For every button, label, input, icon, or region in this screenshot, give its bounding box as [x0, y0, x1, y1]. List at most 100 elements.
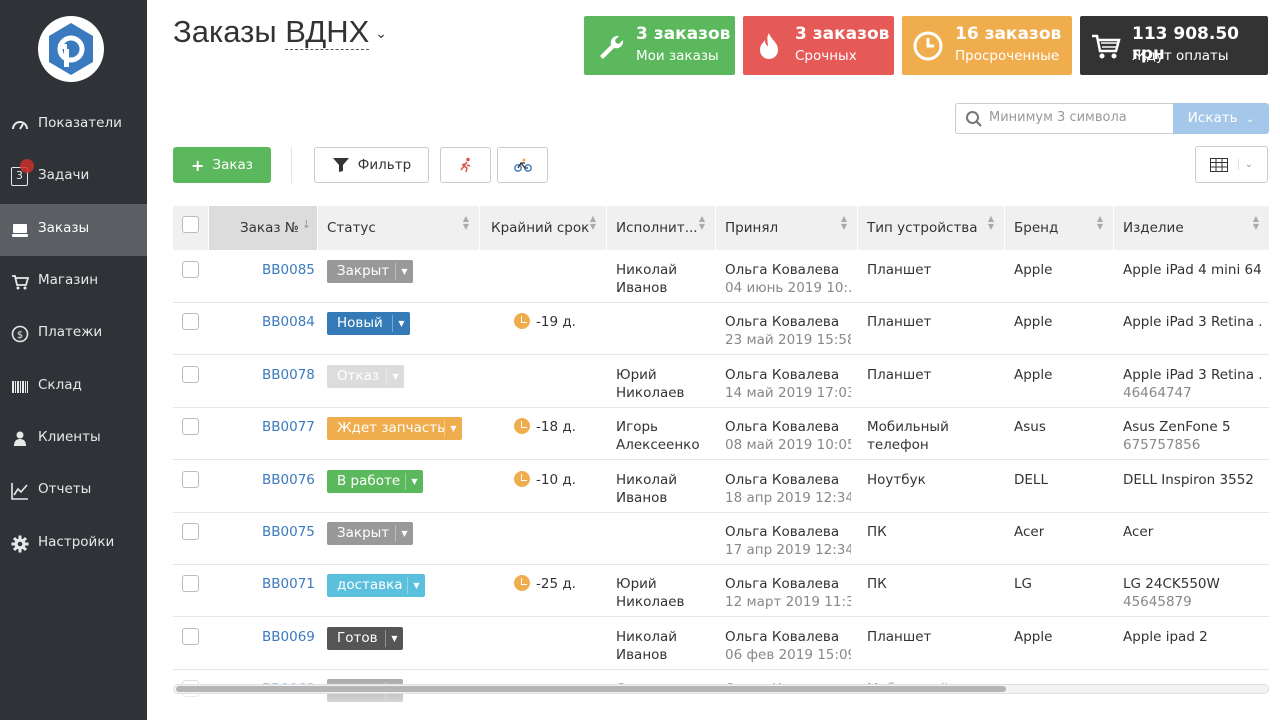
row-checkbox[interactable]: [182, 523, 199, 540]
product-name: Apple iPad 3 Retina ...: [1123, 314, 1263, 330]
row-checkbox[interactable]: [182, 366, 199, 383]
column-header-accepted[interactable]: Принял ▲ ▼: [716, 206, 858, 250]
table-row[interactable]: BB0071 доставка ▼ -25 д. Юрий Николаев Ольга К…: [173, 565, 1269, 617]
cart-icon: [11, 273, 29, 291]
table-row[interactable]: BB0075 Закрыт ▼ Ольга Ковалева 17 апр 2019 1…: [173, 513, 1269, 565]
sidebar-item-tasks[interactable]: 3 Задачи: [0, 151, 147, 203]
column-header-order-number[interactable]: Заказ № ↓: [209, 206, 318, 250]
order-number-link[interactable]: BB0084: [262, 313, 315, 331]
accepted-by: Ольга Ковалева 14 май 2019 17:03: [725, 367, 851, 401]
column-label: Принял: [725, 220, 779, 236]
order-number-link[interactable]: BB0076: [262, 471, 315, 489]
status-dropdown[interactable]: В работе ▼: [327, 470, 423, 493]
select-all-checkbox[interactable]: [182, 216, 199, 233]
status-dropdown[interactable]: Готов ▼: [327, 627, 403, 650]
chevron-down-icon: ▼: [385, 630, 403, 647]
column-label: Статус: [327, 220, 376, 236]
add-order-button[interactable]: + Заказ: [173, 147, 271, 183]
sidebar-item-payments[interactable]: $ Платежи: [0, 308, 147, 360]
row-checkbox[interactable]: [182, 575, 199, 592]
stat-overdue[interactable]: 16 заказов Просроченные: [902, 16, 1072, 75]
status-dropdown[interactable]: Ждет запчасть ▼: [327, 417, 462, 440]
clock-icon: [912, 30, 944, 62]
table-row[interactable]: BB0069 Готов ▼ Николай Иванов Ольга Ковалева 0…: [173, 618, 1269, 670]
sidebar-item-clients[interactable]: Клиенты: [0, 413, 147, 465]
row-checkbox[interactable]: [182, 418, 199, 435]
sidebar-item-label: Клиенты: [38, 429, 101, 445]
columns-toggle-button[interactable]: ⌄: [1195, 146, 1268, 183]
brand-name: Apple: [1014, 262, 1053, 278]
order-number-link[interactable]: BB0069: [262, 628, 315, 646]
deadline-text: -10 д.: [536, 472, 576, 488]
page-title: Заказы ВДНХ ⌄: [173, 14, 387, 50]
status-dropdown[interactable]: Закрыт ▼: [327, 260, 413, 283]
chevron-down-icon: ▼: [407, 577, 425, 594]
status-dropdown[interactable]: доставка ▼: [327, 574, 425, 597]
sidebar-item-settings[interactable]: Настройки: [0, 518, 147, 570]
order-number-link[interactable]: BB0078: [262, 366, 315, 384]
status-label: Закрыт: [337, 263, 390, 279]
sidebar-item-label: Показатели: [38, 115, 122, 131]
runner-filter-button[interactable]: [440, 147, 491, 183]
stat-urgent[interactable]: 3 заказов Срочных: [743, 16, 894, 75]
column-header-executor[interactable]: Исполнит... ▲ ▼: [607, 206, 716, 250]
header-select-all-cell: [173, 206, 209, 250]
logo[interactable]: [38, 16, 104, 82]
table-row[interactable]: BB0077 Ждет запчасть ▼ -18 д. Игорь Алексеенк…: [173, 408, 1269, 460]
gear-icon: [11, 535, 29, 553]
chevron-down-icon[interactable]: ⌄: [375, 25, 387, 41]
product-name: DELL Inspiron 3552: [1123, 472, 1254, 488]
scrollbar-thumb[interactable]: [176, 686, 1006, 692]
stat-my-orders[interactable]: 3 заказов Мои заказы: [584, 16, 735, 75]
sidebar-item-indicators[interactable]: Показатели: [0, 99, 147, 151]
column-label: Исполнит...: [616, 220, 698, 236]
horizontal-scrollbar[interactable]: [173, 684, 1269, 694]
sidebar-item-orders[interactable]: Заказы: [0, 204, 147, 256]
accepted-by: Ольга Ковалева 06 фев 2019 15:09: [725, 629, 851, 663]
table-row[interactable]: BB0084 Новый ▼ -19 д. Ольга Ковалева 23 май 2…: [173, 303, 1269, 355]
filter-button[interactable]: Фильтр: [314, 147, 429, 183]
status-dropdown[interactable]: Закрыт ▼: [327, 522, 413, 545]
order-number-link[interactable]: BB0085: [262, 261, 315, 279]
status-dropdown[interactable]: Отказ ▼: [327, 365, 404, 388]
column-label: Тип устройства: [867, 220, 978, 236]
sidebar-item-warehouse[interactable]: Склад: [0, 361, 147, 413]
brand-name: DELL: [1014, 472, 1048, 488]
status-label: Готов: [337, 630, 378, 646]
column-header-product[interactable]: Изделие ▲ ▼: [1114, 206, 1269, 250]
column-label: Изделие: [1123, 220, 1184, 236]
order-number-link[interactable]: BB0071: [262, 575, 315, 593]
column-label: Заказ №: [240, 220, 299, 236]
table-row[interactable]: BB0085 Закрыт ▼ Николай Иванов Ольга Ковалева…: [173, 251, 1269, 303]
sidebar-item-label: Заказы: [38, 220, 90, 236]
order-number-link[interactable]: BB0077: [262, 418, 315, 436]
sidebar-item-shop[interactable]: Магазин: [0, 256, 147, 308]
deadline-text: -25 д.: [536, 576, 576, 592]
column-header-device-type[interactable]: Тип устройства ▲ ▼: [858, 206, 1005, 250]
search-input[interactable]: [989, 110, 1169, 125]
order-number-link[interactable]: BB0075: [262, 523, 315, 541]
search-button[interactable]: Искать ⌄: [1173, 103, 1269, 134]
table-row[interactable]: BB0078 Отказ ▼ Юрий Николаев Ольга Ковалева 14…: [173, 356, 1269, 408]
table-row[interactable]: BB0076 В работе ▼ -10 д. Николай Иванов Ольга …: [173, 461, 1269, 513]
column-header-status[interactable]: Статус ▲ ▼: [318, 206, 480, 250]
stat-number: 16 заказов: [955, 24, 1062, 44]
row-checkbox[interactable]: [182, 471, 199, 488]
barcode-icon: [11, 378, 29, 396]
accepted-by: Ольга Ковалева 23 май 2019 15:58: [725, 314, 851, 348]
location-selector[interactable]: ВДНХ: [285, 14, 370, 50]
row-checkbox[interactable]: [182, 313, 199, 330]
status-dropdown[interactable]: Новый ▼: [327, 312, 410, 335]
column-header-brand[interactable]: Бренд ▲ ▼: [1005, 206, 1114, 250]
column-header-deadline[interactable]: Крайний срок ▲ ▼: [480, 206, 607, 250]
brand-name: Apple: [1014, 314, 1053, 330]
stat-label: Просроченные: [955, 48, 1060, 64]
clock-icon: [514, 471, 530, 487]
row-checkbox[interactable]: [182, 261, 199, 278]
dollar-coin-icon: $: [11, 325, 29, 343]
row-checkbox[interactable]: [182, 628, 199, 645]
bicycle-filter-button[interactable]: [497, 147, 548, 183]
sidebar-item-reports[interactable]: Отчеты: [0, 465, 147, 517]
keyboard-icon: [11, 221, 29, 239]
stat-awaiting-payment[interactable]: 113 908.50 грн Ждут оплаты: [1080, 16, 1268, 75]
